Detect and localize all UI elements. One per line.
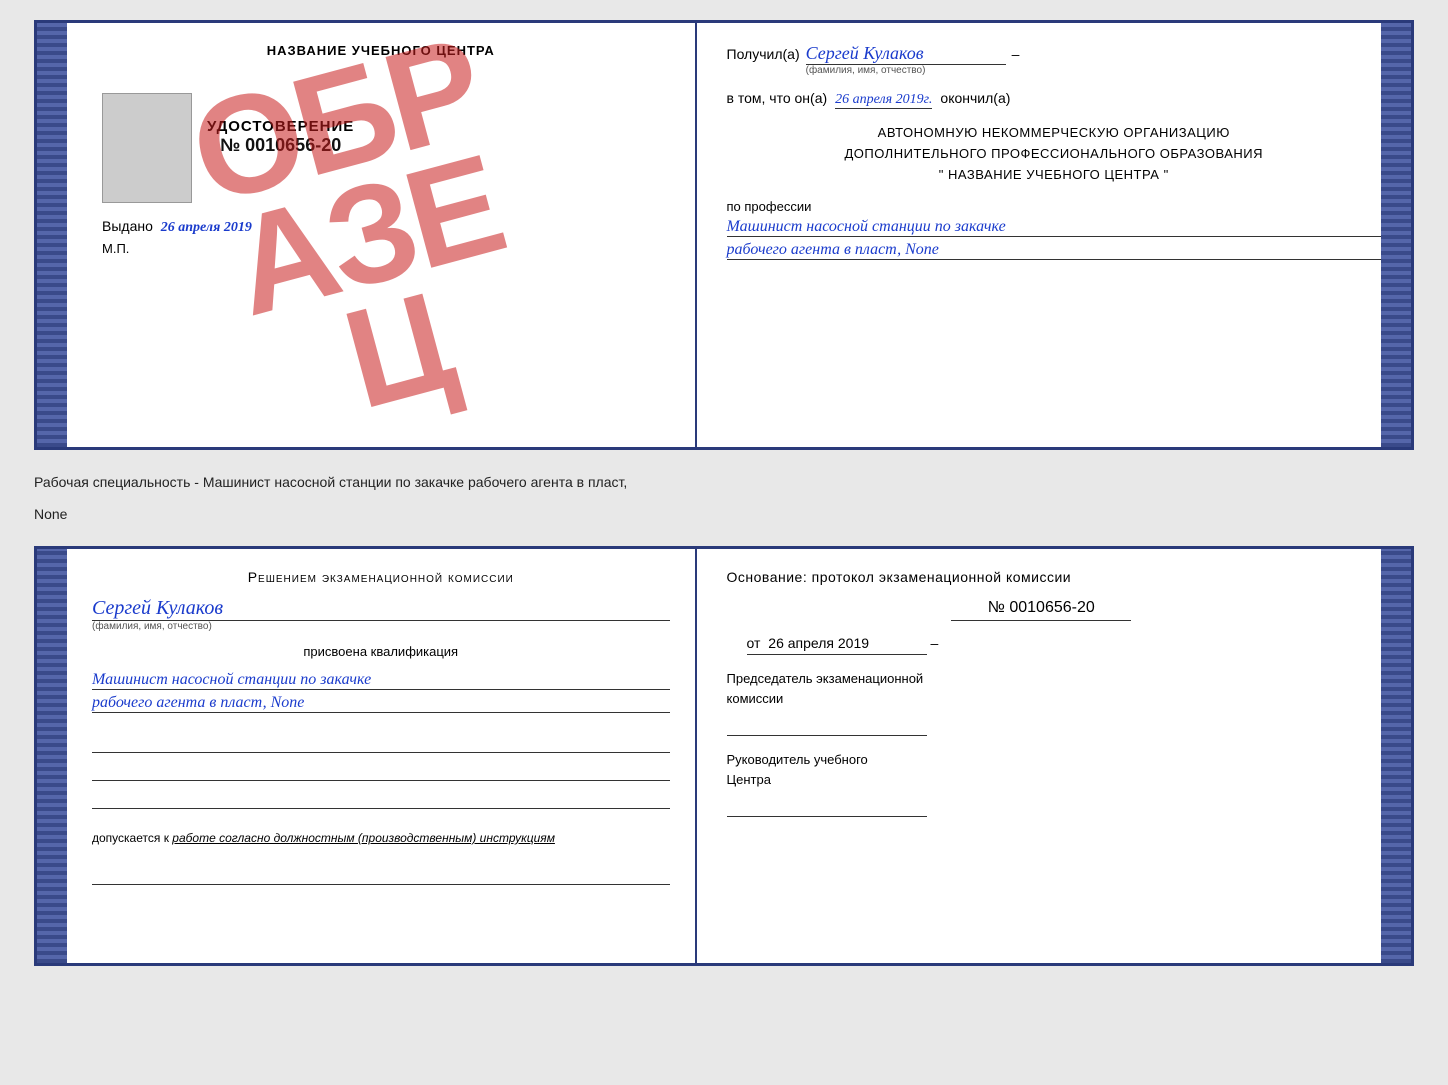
po-professii-label: по профессии	[727, 199, 1381, 214]
udostoverenie-block: УДОСТОВЕРЕНИЕ № 0010656-20	[207, 118, 354, 218]
separator-text-line2: None	[34, 498, 1414, 530]
sig-line-bottom	[92, 865, 670, 885]
kvalif-line2: рабочего агента в пласт, None	[92, 694, 670, 713]
familiya-hint-top: (фамилия, имя, отчество)	[806, 65, 1006, 76]
udostoverenie-title: УДОСТОВЕРЕНИЕ	[207, 118, 354, 135]
resheniem-title: Решением экзаменационной комиссии	[92, 569, 670, 585]
bottom-right-panel: Основание: протокол экзаменационной коми…	[697, 549, 1411, 963]
komissia-hint: (фамилия, имя, отчество)	[92, 621, 670, 632]
ot-line: от 26 апреля 2019	[747, 635, 927, 655]
komissia-name-hw: Сергей Кулаков	[92, 597, 670, 621]
photo-placeholder	[102, 93, 192, 203]
cert-left-panel: НАЗВАНИЕ УЧЕБНОГО ЦЕНТРА ОБРАЗЕЦ УДОСТОВ…	[37, 23, 697, 447]
right-edge-decoration	[1381, 23, 1411, 447]
sig-line3	[92, 789, 670, 809]
profession-line2: рабочего агента в пласт, None	[727, 241, 1381, 260]
ot-date: 26 апреля 2019	[768, 635, 869, 651]
protocol-number: № 0010656-20	[951, 599, 1131, 621]
signature-lines	[92, 733, 670, 809]
org-line1: АВТОНОМНУЮ НЕКОММЕРЧЕСКУЮ ОРГАНИЗАЦИЮ	[727, 123, 1381, 144]
dopuskaetsya-label: допускается к	[92, 831, 169, 845]
org-line3: " НАЗВАНИЕ УЧЕБНОГО ЦЕНТРА "	[727, 165, 1381, 186]
bottom-right-edge	[1381, 549, 1411, 963]
komissia-label2: комиссии	[727, 689, 1356, 709]
vydano-date: 26 апреля 2019	[161, 220, 252, 235]
chairman-sig-line	[727, 716, 927, 736]
rukovoditel-sig-line	[727, 797, 927, 817]
dopuskaetsya-block: допускается к работе согласно должностны…	[92, 831, 670, 845]
ot-label: от	[747, 635, 761, 651]
org-block: АВТОНОМНУЮ НЕКОММЕРЧЕСКУЮ ОРГАНИЗАЦИЮ ДО…	[727, 123, 1381, 185]
chairman-block: Председатель экзаменационной комиссии	[727, 669, 1356, 736]
kvalif-line1: Машинист насосной станции по закачке	[92, 671, 670, 690]
v-tom-line: в том, что он(а) 26 апреля 2019г. окончи…	[727, 90, 1381, 109]
dopuskaetsya-hw: работе согласно должностным (производств…	[172, 831, 555, 845]
cert-right-panel: Получил(а) Сергей Кулаков (фамилия, имя,…	[697, 23, 1411, 447]
poluchil-name: Сергей Кулаков	[806, 43, 1006, 65]
org-line2: ДОПОЛНИТЕЛЬНОГО ПРОФЕССИОНАЛЬНОГО ОБРАЗО…	[727, 144, 1381, 165]
left-edge-decoration	[37, 23, 67, 447]
poluchil-label: Получил(а)	[727, 46, 800, 62]
certificate-document: НАЗВАНИЕ УЧЕБНОГО ЦЕНТРА ОБРАЗЕЦ УДОСТОВ…	[34, 20, 1414, 450]
cert-left-inner: НАЗВАНИЕ УЧЕБНОГО ЦЕНТРА ОБРАЗЕЦ УДОСТОВ…	[92, 43, 670, 256]
school-name-top: НАЗВАНИЕ УЧЕБНОГО ЦЕНТРА	[267, 43, 495, 58]
vydano-line: Выдано 26 апреля 2019	[102, 218, 670, 236]
sig-line2	[92, 761, 670, 781]
mp-label: М.П.	[102, 241, 670, 256]
bottom-left-panel: Решением экзаменационной комиссии Сергей…	[37, 549, 697, 963]
centra-label: Центра	[727, 770, 1356, 790]
v-tom-label: в том, что он(а)	[727, 90, 828, 106]
bottom-left-edge	[37, 549, 67, 963]
predsedatel-label: Председатель экзаменационной	[727, 669, 1356, 689]
osnovanie-title: Основание: протокол экзаменационной коми…	[727, 569, 1356, 585]
completion-date: 26 апреля 2019г.	[835, 92, 932, 109]
rukovoditel-label: Руководитель учебного	[727, 750, 1356, 770]
profession-line1: Машинист насосной станции по закачке	[727, 218, 1381, 237]
dash1: –	[1012, 46, 1020, 62]
udostoverenie-number: № 0010656-20	[207, 135, 354, 156]
sig-line1	[92, 733, 670, 753]
document-container: НАЗВАНИЕ УЧЕБНОГО ЦЕНТРА ОБРАЗЕЦ УДОСТОВ…	[34, 20, 1414, 966]
rukovoditel-block: Руководитель учебного Центра	[727, 750, 1356, 817]
bottom-document: Решением экзаменационной комиссии Сергей…	[34, 546, 1414, 966]
dash-right1: –	[931, 635, 939, 651]
separator-text-line1: Рабочая специальность - Машинист насосно…	[34, 466, 1414, 498]
okonchil-label: окончил(а)	[940, 90, 1010, 106]
vydano-label: Выдано	[102, 218, 153, 234]
separator-block: Рабочая специальность - Машинист насосно…	[34, 462, 1414, 534]
prisvoena-text: присвоена квалификация	[92, 644, 670, 659]
